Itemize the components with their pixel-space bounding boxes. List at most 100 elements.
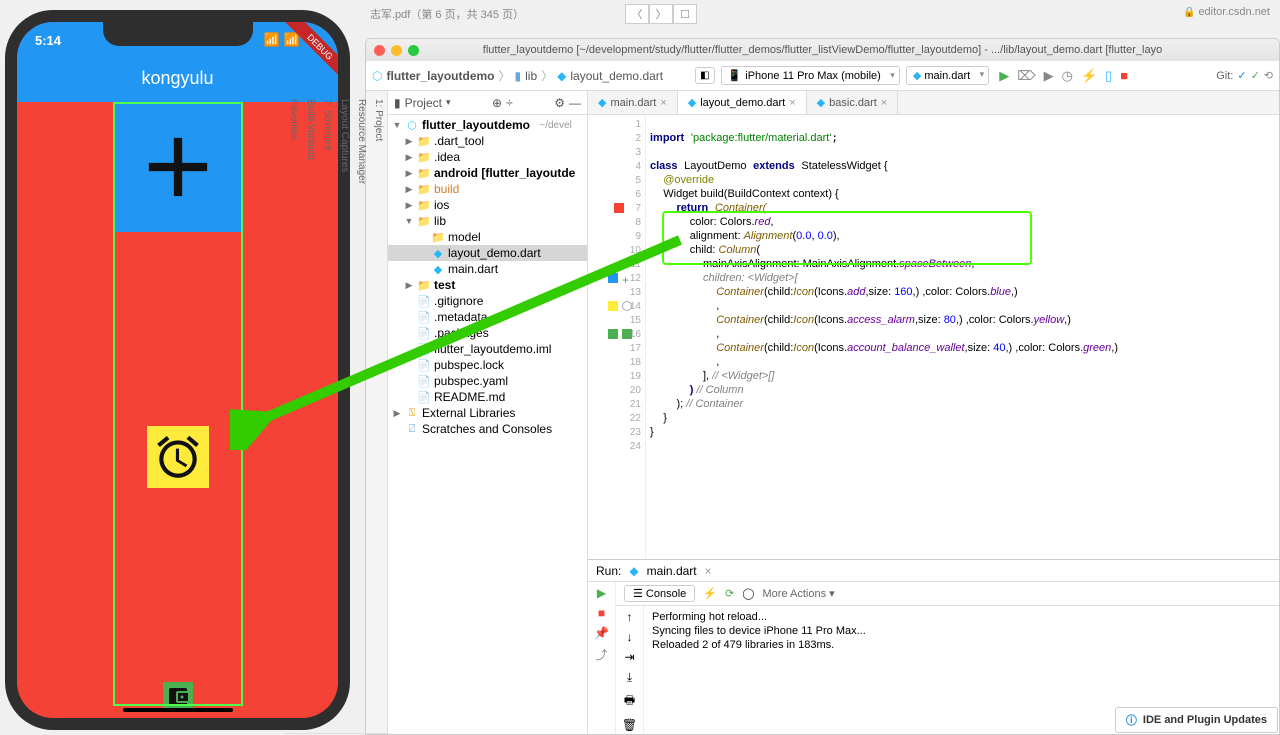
ide-titlebar: flutter_layoutdemo [~/development/study/… (366, 39, 1279, 61)
attach-button[interactable]: ▯ (1105, 68, 1112, 84)
tree-lib[interactable]: ▼📁lib (388, 213, 587, 229)
status-time: 5:14 (35, 33, 61, 48)
console-button[interactable]: ☰ Console (624, 585, 695, 602)
rail-build-variants[interactable]: Build Variants (302, 91, 319, 734)
tree-external-libraries[interactable]: ▶⍂External Libraries (388, 405, 587, 421)
run-side-toolbar[interactable]: ▶ ■ 📌 ⤴ (588, 582, 616, 734)
close-icon[interactable]: × (881, 97, 887, 109)
breadcrumb-lib[interactable]: lib (525, 69, 537, 83)
breadcrumb[interactable]: ⬡ flutter_layoutdemo 〉 ▮ lib 〉 ◆ layout_… (372, 67, 663, 84)
tree-gitignore[interactable]: 📄.gitignore (388, 293, 587, 309)
wrap-icon[interactable]: ⇥ (624, 650, 634, 664)
nav-sidebar-button[interactable]: ☐ (673, 4, 697, 24)
tree-root[interactable]: ▼⬡flutter_layoutdemo ~/devel (388, 117, 587, 133)
ide-window: flutter_layoutdemo [~/development/study/… (365, 38, 1280, 735)
tree-main[interactable]: ◆main.dart (388, 261, 587, 277)
profile-button[interactable]: ◷ (1062, 68, 1073, 84)
folder-icon: ▮ (515, 69, 522, 83)
close-icon[interactable]: × (660, 97, 666, 109)
tab-layout-demo[interactable]: ◆layout_demo.dart× (678, 91, 807, 114)
project-dropdown-icon[interactable]: ▮ (394, 96, 401, 110)
rail-favorites[interactable]: Favorites (285, 91, 302, 734)
device-target-icon[interactable]: ◧ (695, 67, 714, 84)
tree-model[interactable]: 📁model (388, 229, 587, 245)
tree-pubspec-yaml[interactable]: 📄pubspec.yaml (388, 373, 587, 389)
hot-restart-icon[interactable]: ⟳ (725, 587, 734, 600)
git-update-icon[interactable]: ✓ (1237, 69, 1246, 82)
hot-reload-icon[interactable]: ⚡ (703, 587, 717, 600)
run-config-selector[interactable]: ◆ main.dart (906, 66, 989, 85)
project-panel-header[interactable]: ▮ Project ▾ ⊕ ÷ ⚙ — (388, 91, 587, 115)
hot-reload-button[interactable]: ⚡ (1081, 68, 1097, 84)
maximize-window-icon[interactable] (408, 45, 419, 56)
editor-tabs[interactable]: ◆main.dart× ◆layout_demo.dart× ◆basic.da… (588, 91, 1279, 115)
devtools-icon[interactable]: ◯ (742, 587, 754, 600)
rail-structure[interactable]: 7: Structure (319, 91, 336, 734)
tree-layout-demo[interactable]: ◆layout_demo.dart (388, 245, 587, 261)
tree-build[interactable]: ▶📁build (388, 181, 587, 197)
dart-file-icon: ◆ (557, 69, 566, 83)
debug-button[interactable]: ⌦ (1017, 68, 1035, 84)
device-selector[interactable]: 📱 iPhone 11 Pro Max (mobile) (721, 66, 900, 85)
run-toolbar[interactable]: ☰ Console ⚡ ⟳ ◯ More Actions ▾ (616, 582, 1279, 606)
down-icon[interactable]: ↓ (627, 630, 633, 644)
phone-notch (103, 22, 253, 46)
background-tab-title: 志军.pdf（第 6 页，共 345 页） (370, 6, 524, 22)
left-tool-rail[interactable]: 1: Project Resource Manager Layout Captu… (366, 91, 388, 734)
up-icon[interactable]: ↑ (627, 610, 633, 624)
dart-icon: ◆ (913, 70, 921, 82)
more-actions[interactable]: More Actions ▾ (763, 587, 835, 600)
tree-metadata[interactable]: 📄.metadata (388, 309, 587, 325)
home-indicator (123, 708, 233, 712)
git-history-icon[interactable]: ⟲ (1264, 69, 1273, 82)
select-opened-icon[interactable]: ÷ (506, 96, 513, 110)
tab-main[interactable]: ◆main.dart× (588, 91, 678, 114)
breadcrumb-root[interactable]: flutter_layoutdemo (386, 69, 494, 83)
run-button[interactable]: ▶ (999, 68, 1009, 84)
tree-ios[interactable]: ▶📁ios (388, 197, 587, 213)
close-window-icon[interactable] (374, 45, 385, 56)
coverage-button[interactable]: ▶ (1044, 68, 1054, 84)
stop-icon[interactable]: ■ (598, 606, 605, 620)
clear-icon[interactable]: 🗑 (622, 718, 637, 732)
tree-idea[interactable]: ▶📁.idea (388, 149, 587, 165)
nav-forward-button[interactable]: 〉 (649, 4, 673, 24)
signal-icon: 📶 (263, 32, 279, 48)
project-tree[interactable]: ▼⬡flutter_layoutdemo ~/devel ▶📁.dart_too… (388, 115, 587, 734)
git-commit-icon[interactable]: ✓ (1251, 69, 1260, 82)
breadcrumb-file[interactable]: layout_demo.dart (570, 69, 663, 83)
tree-iml[interactable]: 📄flutter_layoutdemo.iml (388, 341, 587, 357)
rail-resource-manager[interactable]: Resource Manager (353, 91, 370, 734)
plugin-update-banner[interactable]: ⓘ IDE and Plugin Updates (1115, 707, 1278, 733)
exit-icon[interactable]: ⤴ (595, 646, 607, 663)
window-controls[interactable] (374, 45, 419, 56)
tree-test[interactable]: ▶📁test (388, 277, 587, 293)
hide-panel-icon[interactable]: — (569, 96, 581, 110)
app-title: kongyulu (141, 68, 213, 89)
tree-android[interactable]: ▶📁android [flutter_layoutde (388, 165, 587, 181)
close-run-tab-icon[interactable]: × (705, 564, 712, 578)
stop-button[interactable]: ■ (1120, 68, 1128, 83)
rerun-icon[interactable]: ▶ (597, 586, 606, 600)
run-panel-header[interactable]: Run: ◆ main.dart × (588, 560, 1279, 582)
tab-basic[interactable]: ◆basic.dart× (807, 91, 899, 114)
tree-packages[interactable]: 📄.packages (388, 325, 587, 341)
nav-back-button[interactable]: 〈 (625, 4, 649, 24)
rail-layout-captures[interactable]: Layout Captures (336, 91, 353, 734)
code-editor[interactable]: 12 34 56 7 89 1011 +12 13 14 15 16 1718 … (588, 115, 1279, 559)
console-side-toolbar[interactable]: ↑ ↓ ⇥ ⤓ 🖶 🗑 (616, 606, 644, 734)
close-icon[interactable]: × (789, 97, 795, 109)
tree-scratches[interactable]: ⍁Scratches and Consoles (388, 421, 587, 437)
minimize-window-icon[interactable] (391, 45, 402, 56)
tree-readme[interactable]: 📄README.md (388, 389, 587, 405)
tree-pubspec-lock[interactable]: 📄pubspec.lock (388, 357, 587, 373)
collapse-icon[interactable]: ⊕ (492, 96, 502, 110)
print-icon[interactable]: 🖶 (624, 691, 635, 712)
background-nav: 〈 〉 ☐ (625, 4, 697, 24)
panel-settings-icon[interactable]: ⚙ (554, 96, 565, 110)
pin-icon[interactable]: 📌 (594, 626, 609, 640)
rail-project[interactable]: 1: Project (370, 91, 387, 734)
tree-dart-tool[interactable]: ▶📁.dart_tool (388, 133, 587, 149)
project-panel: ▮ Project ▾ ⊕ ÷ ⚙ — ▼⬡flutter_layoutdemo… (388, 91, 588, 734)
scroll-icon[interactable]: ⤓ (627, 670, 632, 685)
